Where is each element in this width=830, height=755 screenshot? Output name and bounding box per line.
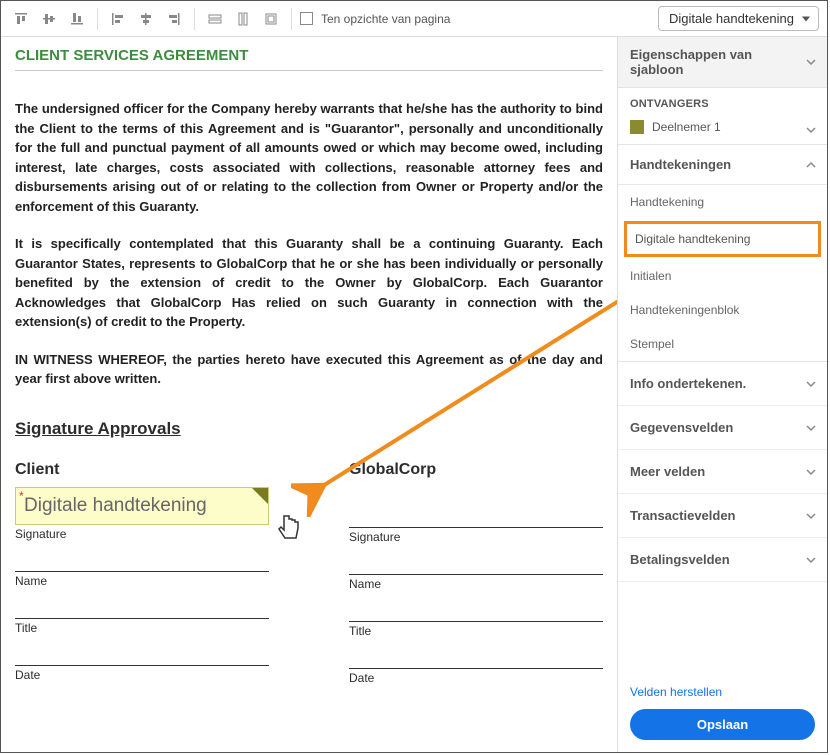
data-fields-section-header[interactable]: Gegevensvelden bbox=[618, 406, 827, 450]
chevron-down-icon bbox=[805, 466, 817, 478]
recipient-row[interactable]: Deelnemer 1 bbox=[618, 116, 827, 144]
name-line[interactable] bbox=[349, 574, 603, 575]
document-page: CLIENT SERVICES AGREEMENT The undersigne… bbox=[1, 37, 617, 752]
field-signature[interactable]: Handtekening bbox=[618, 185, 827, 219]
chevron-down-icon bbox=[805, 510, 817, 522]
signature-line[interactable] bbox=[349, 527, 603, 528]
recipients-heading: ONTVANGERS bbox=[618, 88, 827, 116]
toolbar-separator bbox=[194, 8, 195, 30]
field-signature-block[interactable]: Handtekeningenblok bbox=[618, 293, 827, 327]
chevron-down-icon bbox=[805, 422, 817, 434]
signature-column-client: Client * Digitale handtekening Signature… bbox=[15, 461, 269, 685]
reset-fields-link[interactable]: Velden herstellen bbox=[630, 685, 722, 699]
field-type-dropdown[interactable]: Digitale handtekening bbox=[658, 6, 819, 31]
paragraph-3: IN WITNESS WHEREOF, the parties hereto h… bbox=[15, 350, 603, 389]
title-label: Title bbox=[15, 621, 269, 635]
signature-field-list: Handtekening Digitale handtekening Initi… bbox=[618, 185, 827, 361]
chevron-down-icon bbox=[805, 378, 817, 390]
transaction-fields-section-header[interactable]: Transactievelden bbox=[618, 494, 827, 538]
template-properties-header[interactable]: Eigenschappen van sjabloon bbox=[618, 37, 827, 87]
match-width-icon[interactable] bbox=[203, 7, 227, 31]
payment-fields-label: Betalingsvelden bbox=[630, 552, 730, 567]
info-label: Info ondertekenen. bbox=[630, 376, 746, 391]
client-heading: Client bbox=[15, 461, 269, 479]
title-label: Title bbox=[349, 624, 603, 638]
align-middle-icon[interactable] bbox=[37, 7, 61, 31]
alignment-toolbar: Ten opzichte van pagina Digitale handtek… bbox=[1, 1, 827, 37]
signature-column-globalcorp: GlobalCorp Signature Name Title Date bbox=[349, 461, 603, 685]
field-initials[interactable]: Initialen bbox=[618, 259, 827, 293]
date-line[interactable] bbox=[349, 668, 603, 669]
paragraph-2: It is specifically contemplated that thi… bbox=[15, 234, 603, 332]
match-height-icon[interactable] bbox=[231, 7, 255, 31]
name-label: Name bbox=[15, 574, 269, 588]
align-bottom-icon[interactable] bbox=[65, 7, 89, 31]
date-label: Date bbox=[15, 668, 269, 682]
globalcorp-heading: GlobalCorp bbox=[349, 461, 603, 479]
recipient-name: Deelnemer 1 bbox=[652, 120, 721, 134]
right-panel: Eigenschappen van sjabloon ONTVANGERS De… bbox=[617, 37, 827, 752]
title-line[interactable] bbox=[349, 621, 603, 622]
relative-page-label: Ten opzichte van pagina bbox=[321, 12, 450, 26]
save-button[interactable]: Opslaan bbox=[630, 709, 815, 740]
name-line[interactable] bbox=[15, 571, 269, 572]
recipient-color-swatch bbox=[630, 120, 644, 134]
chevron-up-icon bbox=[805, 159, 817, 171]
more-fields-label: Meer velden bbox=[630, 464, 705, 479]
signature-label: Signature bbox=[15, 527, 269, 541]
digital-signature-field[interactable]: * Digitale handtekening bbox=[15, 487, 269, 525]
more-fields-section-header[interactable]: Meer velden bbox=[618, 450, 827, 494]
align-right-icon[interactable] bbox=[162, 7, 186, 31]
field-digital-signature[interactable]: Digitale handtekening bbox=[624, 221, 821, 257]
field-stamp[interactable]: Stempel bbox=[618, 327, 827, 361]
toolbar-separator bbox=[291, 8, 292, 30]
document-title: CLIENT SERVICES AGREEMENT bbox=[15, 47, 603, 71]
align-top-icon[interactable] bbox=[9, 7, 33, 31]
date-label: Date bbox=[349, 671, 603, 685]
data-fields-label: Gegevensvelden bbox=[630, 420, 733, 435]
signatures-section-header[interactable]: Handtekeningen bbox=[618, 145, 827, 185]
chevron-down-icon bbox=[805, 554, 817, 566]
field-label: Digitale handtekening bbox=[24, 495, 207, 517]
required-asterisk: * bbox=[19, 489, 24, 503]
signature-approvals-heading: Signature Approvals bbox=[15, 419, 603, 439]
payment-fields-section-header[interactable]: Betalingsvelden bbox=[618, 538, 827, 582]
title-line[interactable] bbox=[15, 618, 269, 619]
toolbar-separator bbox=[97, 8, 98, 30]
chevron-down-icon bbox=[805, 124, 817, 136]
signature-label: Signature bbox=[349, 530, 603, 544]
field-corner-icon bbox=[252, 488, 268, 504]
relative-page-checkbox[interactable] bbox=[300, 12, 313, 25]
dropdown-value: Digitale handtekening bbox=[669, 11, 794, 26]
signatures-label: Handtekeningen bbox=[630, 157, 731, 172]
template-properties-label: Eigenschappen van sjabloon bbox=[630, 47, 752, 77]
paragraph-1: The undersigned officer for the Company … bbox=[15, 99, 603, 216]
chevron-down-icon bbox=[805, 56, 817, 68]
transaction-fields-label: Transactievelden bbox=[630, 508, 736, 523]
align-center-icon[interactable] bbox=[134, 7, 158, 31]
info-section-header[interactable]: Info ondertekenen. bbox=[618, 362, 827, 406]
align-left-icon[interactable] bbox=[106, 7, 130, 31]
date-line[interactable] bbox=[15, 665, 269, 666]
match-both-icon[interactable] bbox=[259, 7, 283, 31]
name-label: Name bbox=[349, 577, 603, 591]
